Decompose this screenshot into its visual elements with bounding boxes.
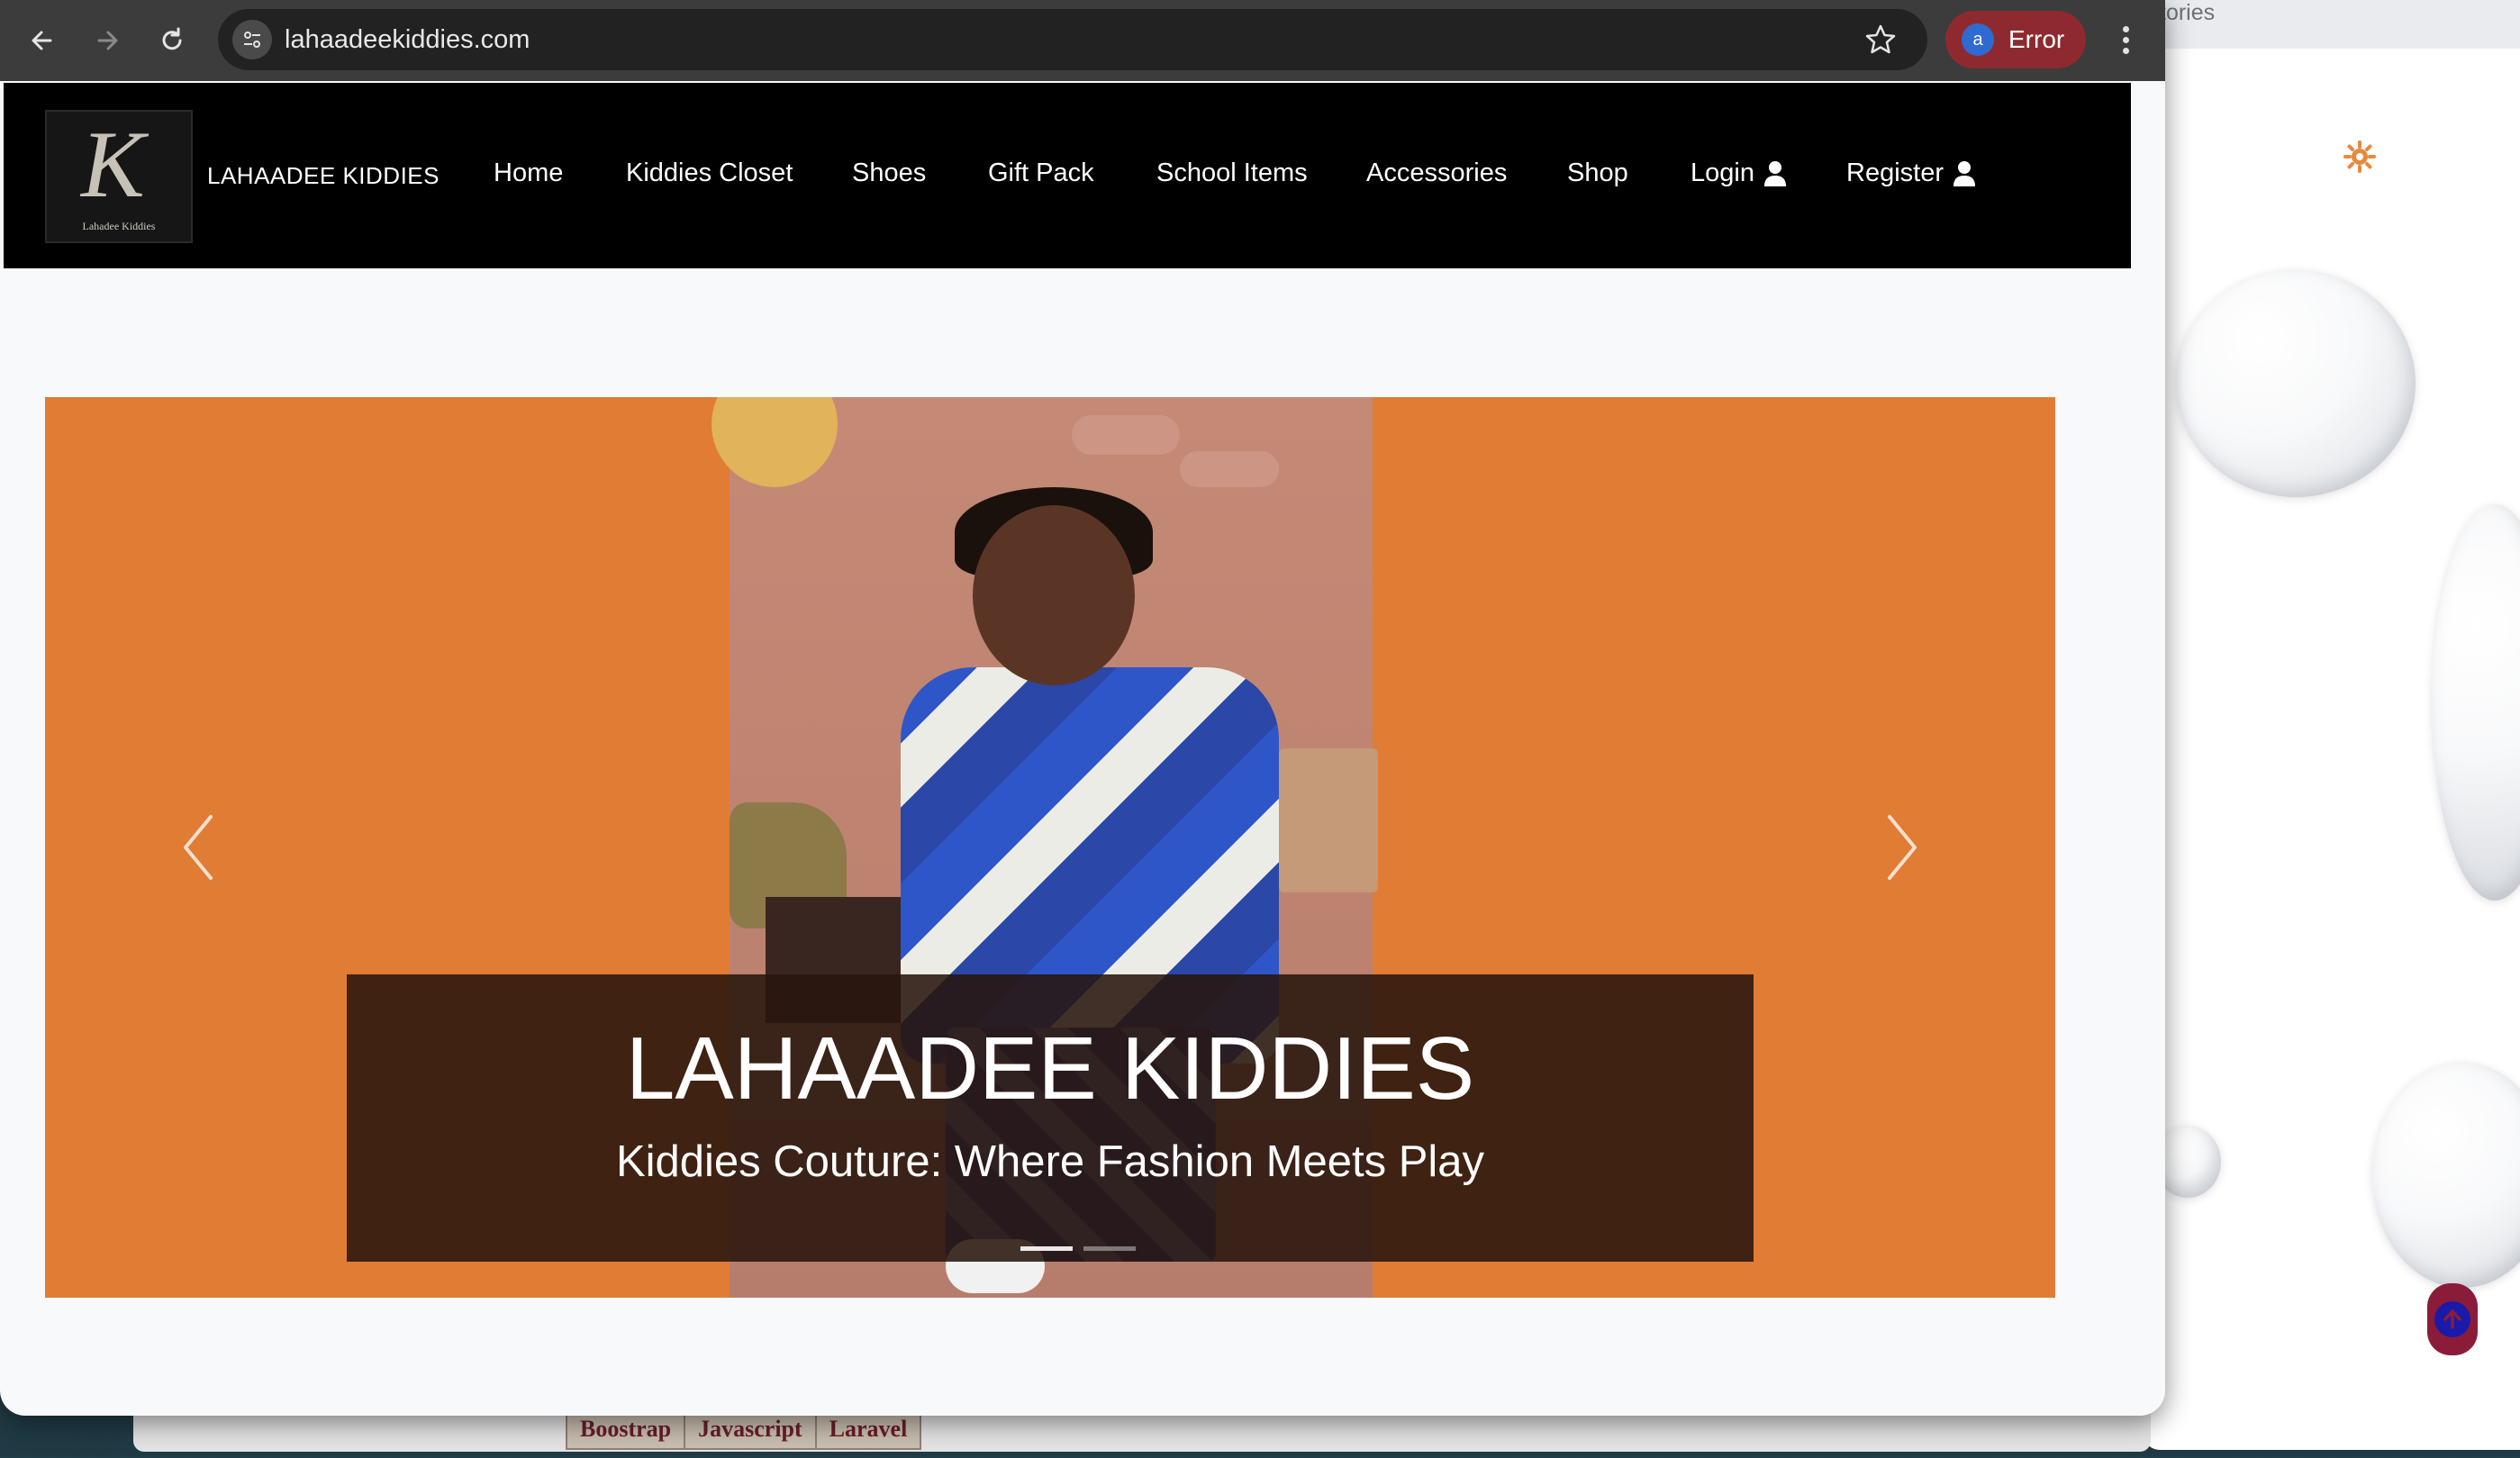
behind-window-bar: [133, 1412, 2151, 1452]
browser-toolbar: lahaadeekiddies.com a Error: [0, 0, 2165, 81]
site-navbar: K Lahadee Kiddies LAHAADEE KIDDIES Home …: [4, 83, 2131, 268]
nav-shoes[interactable]: Shoes: [852, 158, 926, 188]
site-settings-icon[interactable]: [232, 20, 272, 59]
nav-school-items[interactable]: School Items: [1156, 158, 1308, 188]
site-logo[interactable]: K Lahadee Kiddies: [45, 110, 193, 243]
carousel-caption: LAHAADEE KIDDIES Kiddies Couture: Where …: [347, 974, 1754, 1262]
hero-title: LAHAADEE KIDDIES: [625, 1019, 1475, 1118]
nav-label: Home: [494, 158, 564, 187]
carousel-prev-button[interactable]: [180, 813, 216, 882]
nav-label: Register: [1846, 158, 1944, 187]
address-bar[interactable]: lahaadeekiddies.com: [218, 9, 1927, 70]
user-icon: [1763, 160, 1786, 186]
arrow-right-icon: [97, 31, 118, 50]
back-button[interactable]: [22, 20, 63, 61]
nav-label: Accessories: [1366, 158, 1508, 187]
reload-button[interactable]: [151, 20, 193, 61]
hero-subtitle: Kiddies Couture: Where Fashion Meets Pla…: [615, 1137, 1485, 1186]
nav-kiddies-closet[interactable]: Kiddies Closet: [626, 158, 793, 188]
carousel-indicator[interactable]: [1083, 1246, 1136, 1251]
forward-button[interactable]: [86, 20, 128, 61]
nav-label: Shoes: [852, 158, 927, 187]
nav-label: School Items: [1156, 158, 1308, 187]
browser-window: lahaadeekiddies.com a Error K Lahadee Ki…: [0, 0, 2165, 1416]
background-window-topbar: tories: [2144, 0, 2520, 49]
nav-label: Shop: [1567, 158, 1628, 187]
carousel-indicator[interactable]: [1020, 1246, 1073, 1251]
sun-icon[interactable]: [2343, 140, 2376, 173]
user-icon: [1953, 160, 1975, 186]
carousel-next-button[interactable]: [1884, 813, 1920, 882]
background-tab-text: tories: [2160, 0, 2216, 25]
reload-icon: [162, 27, 182, 50]
nav-accessories[interactable]: Accessories: [1366, 158, 1507, 188]
nav-login[interactable]: Login: [1691, 158, 1787, 188]
nav-label: Login: [1691, 158, 1754, 187]
logo-letter: K: [81, 112, 145, 217]
profile-status: Error: [2008, 25, 2065, 53]
nav-label: Gift Pack: [988, 158, 1094, 187]
carousel-indicators: [1020, 1246, 1136, 1251]
nav-register[interactable]: Register: [1846, 158, 1976, 188]
nav-home[interactable]: Home: [494, 158, 563, 188]
url-text[interactable]: lahaadeekiddies.com: [285, 25, 530, 55]
arrow-left-icon: [32, 31, 52, 50]
nav-gift-pack[interactable]: Gift Pack: [988, 158, 1094, 188]
decorative-bubble: [2176, 270, 2416, 497]
logo-tagline: Lahadee Kiddies: [82, 220, 156, 232]
hero-carousel: LAHAADEE KIDDIES Kiddies Couture: Where …: [45, 397, 2055, 1298]
brand-name[interactable]: LAHAADEE KIDDIES: [207, 162, 440, 190]
more-options-icon[interactable]: [2106, 20, 2145, 59]
arrow-up-icon: [2434, 1301, 2470, 1337]
profile-button[interactable]: a Error: [1945, 11, 2086, 68]
nav-shop[interactable]: Shop: [1567, 158, 1628, 188]
nav-label: Kiddies Closet: [626, 158, 793, 187]
bookmark-star-icon[interactable]: [1863, 22, 1899, 58]
avatar: a: [1962, 23, 1994, 56]
scroll-to-top-button[interactable]: [2427, 1283, 2478, 1355]
